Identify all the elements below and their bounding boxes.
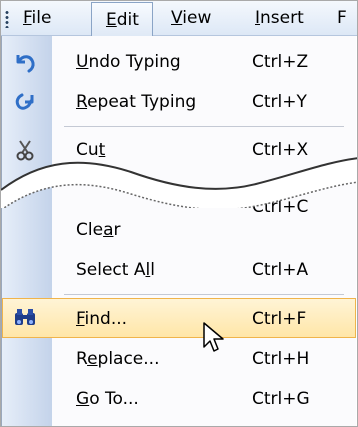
clear-label-post: r [113, 220, 121, 240]
menu-item-go-to-shortcut: Ctrl+G [252, 389, 310, 409]
torn-break-divider [1, 157, 357, 208]
menu-view[interactable]: View [161, 3, 241, 33]
toolbar-grip-icon[interactable] [5, 10, 9, 28]
menu-edit-label: dit [116, 10, 139, 30]
menu-edit-mnemonic: E [106, 10, 117, 30]
menu-format-partial[interactable]: F [337, 3, 357, 33]
go-to-mnemonic: G [76, 389, 90, 409]
menu-item-undo-typing-label: Undo Typing [76, 42, 181, 82]
menu-item-replace-label: Replace... [76, 339, 159, 379]
word-edit-menu-screenshot: File Edit View Insert F Undo Typing Ctrl… [0, 0, 358, 427]
clear-label-pre: Cle [76, 220, 104, 240]
menu-item-find[interactable]: Find... Ctrl+F [2, 298, 356, 338]
menu-bar: File Edit View Insert F [1, 1, 357, 36]
menu-insert[interactable]: Insert [245, 3, 331, 33]
repeat-label-rest: epeat Typing [87, 92, 197, 112]
menu-item-select-all-shortcut: Ctrl+A [252, 260, 309, 280]
menu-item-repeat-typing-label: Repeat Typing [76, 82, 196, 122]
binoculars-icon [12, 306, 38, 330]
menu-insert-label: nsert [260, 8, 304, 28]
menu-item-undo-typing-shortcut: Ctrl+Z [252, 52, 309, 72]
menu-separator [64, 294, 344, 295]
menu-item-go-to-label: Go To... [76, 379, 139, 419]
undo-label-rest: ndo Typing [88, 52, 181, 72]
replace-mnemonic: e [87, 349, 98, 369]
menu-item-undo-typing[interactable]: Undo Typing Ctrl+Z [2, 42, 356, 82]
go-to-label-rest: o To... [89, 389, 139, 409]
menu-file-label: ile [31, 8, 52, 28]
select-all-label-post: l [150, 260, 155, 280]
replace-label-post: place... [97, 349, 160, 369]
repeat-icon [12, 90, 38, 114]
replace-label-pre: R [76, 349, 88, 369]
undo-icon [12, 50, 38, 74]
menu-item-repeat-typing-shortcut: Ctrl+Y [252, 92, 307, 112]
menu-item-select-all-label: Select All [76, 250, 155, 290]
menu-item-clear[interactable]: Clear [2, 210, 356, 250]
find-mnemonic: F [76, 309, 85, 329]
menu-format-partial-label: F [337, 8, 347, 28]
menu-view-mnemonic: V [171, 8, 183, 28]
edit-dropdown-menu: Undo Typing Ctrl+Z Repeat Typing Ctrl+Y [1, 36, 356, 426]
menu-item-replace[interactable]: Replace... Ctrl+H [2, 339, 356, 379]
select-all-label-pre: Select A [76, 260, 146, 280]
menu-separator [64, 126, 344, 127]
mouse-pointer-icon [203, 322, 224, 352]
menu-item-replace-shortcut: Ctrl+H [252, 349, 310, 369]
menu-edit[interactable]: Edit [91, 2, 153, 36]
undo-mnemonic: U [76, 52, 89, 72]
menu-file-mnemonic: F [23, 8, 32, 28]
repeat-mnemonic: R [76, 92, 88, 112]
menu-item-go-to[interactable]: Go To... Ctrl+G [2, 379, 356, 419]
menu-view-label: iew [182, 8, 212, 28]
menu-item-select-all[interactable]: Select All Ctrl+A [2, 250, 356, 290]
clear-mnemonic: a [103, 220, 114, 240]
find-label-rest: ind... [84, 309, 128, 329]
menu-item-repeat-typing[interactable]: Repeat Typing Ctrl+Y [2, 82, 356, 122]
menu-file[interactable]: File [17, 3, 85, 33]
menu-item-clear-label: Clear [76, 210, 120, 250]
menu-item-find-label: Find... [76, 299, 127, 339]
menu-item-find-shortcut: Ctrl+F [252, 309, 307, 329]
